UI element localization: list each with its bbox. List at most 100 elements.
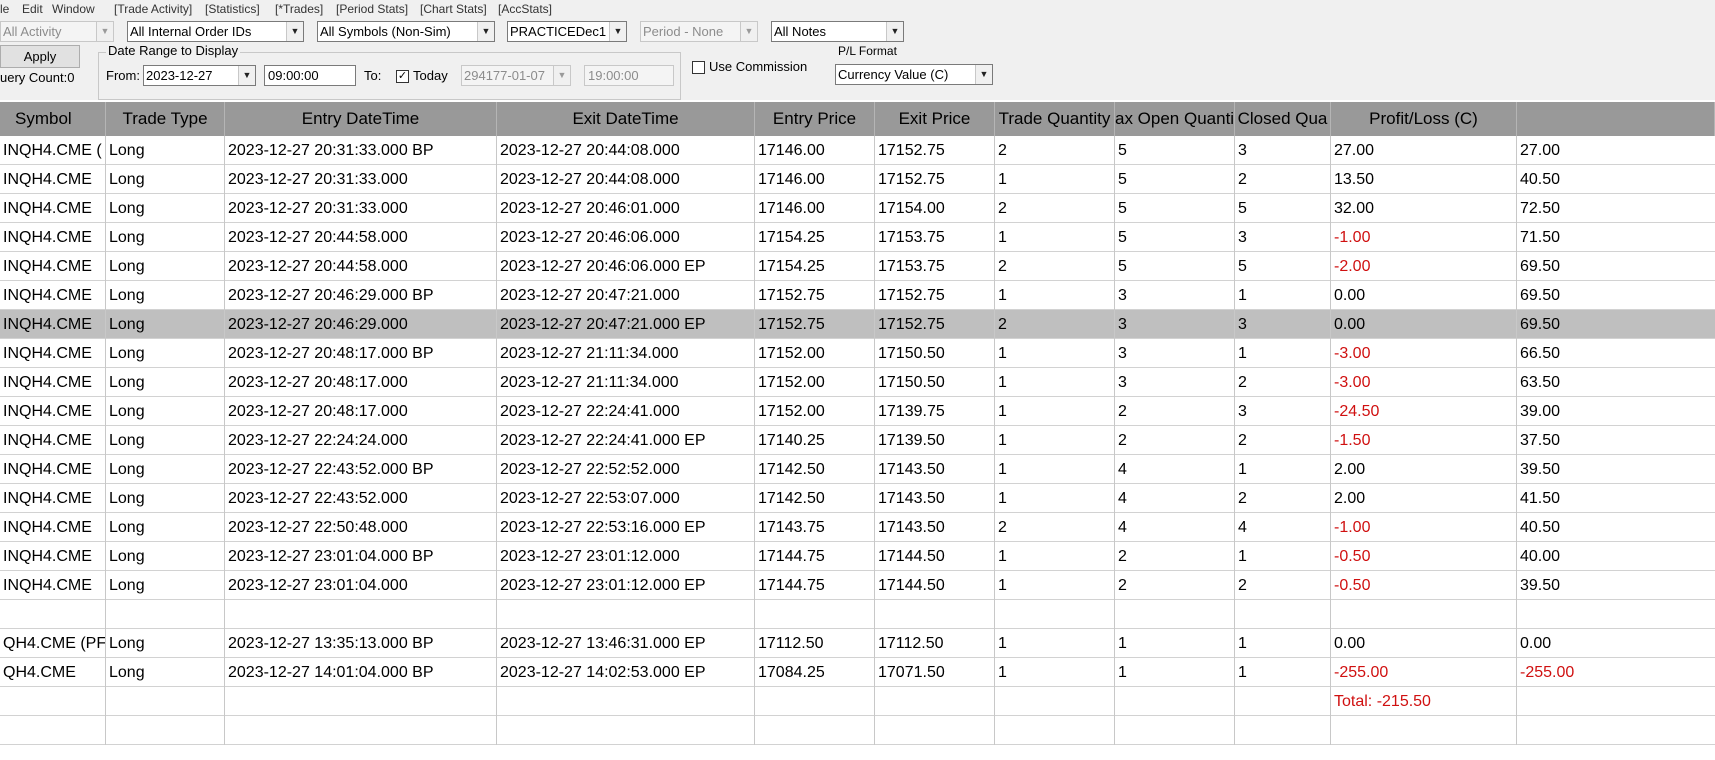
cell-trade-type: Long	[109, 519, 145, 536]
column-header-trade-type[interactable]: Trade Type	[106, 102, 225, 136]
column-header-exit-datetime[interactable]: Exit DateTime	[497, 102, 755, 136]
cell-profit-loss	[1331, 716, 1517, 745]
menu-window[interactable]: Window	[52, 2, 95, 16]
table-row[interactable]: INQH4.CME Long 2023-12-27 22:24:24.000 2023…	[0, 426, 1715, 455]
cell-max-open-quantity: 5	[1118, 142, 1127, 159]
order-id-filter-value: All Internal Order IDs	[130, 24, 252, 39]
cell-entry-price: 17154.25	[758, 229, 825, 246]
menu-accstats[interactable]: [AccStats]	[498, 2, 552, 16]
table-row[interactable]: INQH4.CME Long 2023-12-27 22:43:52.000 BP 2…	[0, 455, 1715, 484]
cell-entry-datetime	[225, 687, 497, 716]
menu-chart-stats[interactable]: [Chart Stats]	[420, 2, 487, 16]
table-row[interactable]: INQH4.CME Long 2023-12-27 20:48:17.000 BP 2…	[0, 339, 1715, 368]
chevron-down-icon: ▼	[238, 66, 255, 85]
table-row[interactable]: QH4.CME (PF Long 2023-12-27 13:35:13.000 B…	[0, 629, 1715, 658]
notes-filter-value: All Notes	[774, 24, 827, 39]
cell-entry-price: 17084.25	[758, 664, 825, 681]
table-row[interactable]: QH4.CME Long 2023-12-27 14:01:04.000 BP 202…	[0, 658, 1715, 687]
chevron-down-icon: ▼	[477, 22, 494, 41]
table-row[interactable]: INQH4.CME Long 2023-12-27 22:43:52.000 2023…	[0, 484, 1715, 513]
menu-file[interactable]: le	[0, 2, 9, 16]
table-row[interactable]: INQH4.CME Long 2023-12-27 20:44:58.000 2023…	[0, 252, 1715, 281]
from-time-input[interactable]: 09:00:00	[264, 65, 356, 86]
table-row[interactable]: INQH4.CME Long 2023-12-27 23:01:04.000 2023…	[0, 571, 1715, 600]
table-row[interactable]	[0, 716, 1715, 745]
cell-exit-price: 17152.75	[878, 142, 945, 159]
column-header-closed-quantity[interactable]: Closed Qua	[1235, 102, 1331, 136]
column-header-trade-quantity[interactable]: Trade Quantity	[995, 102, 1115, 136]
cell-trade-quantity: 1	[998, 664, 1007, 681]
table-row[interactable]: INQH4.CME Long 2023-12-27 20:48:17.000 2023…	[0, 397, 1715, 426]
notes-filter-select[interactable]: All Notes ▼	[771, 21, 904, 42]
cell-entry-price: 17142.50	[758, 490, 825, 507]
cell-max-open-quantity: 4	[1118, 490, 1127, 507]
menu-period-stats[interactable]: [Period Stats]	[336, 2, 408, 16]
cell-exit-datetime: 2023-12-27 20:46:01.000	[500, 200, 680, 217]
cell-profit-loss	[1331, 600, 1517, 629]
table-row[interactable]	[0, 600, 1715, 629]
column-header-entry-datetime[interactable]: Entry DateTime	[225, 102, 497, 136]
cell-entry-price	[755, 600, 875, 629]
cell-profit-loss: 0.00	[1334, 287, 1366, 304]
period-select[interactable]: Period - None ▼	[640, 21, 758, 42]
table-row[interactable]: INQH4.CME Long 2023-12-27 20:46:29.000 2023…	[0, 310, 1715, 339]
cell-max-open-quantity: 3	[1118, 374, 1127, 391]
cell-exit-datetime	[497, 716, 755, 745]
column-header-cumulative-profit-loss[interactable]	[1517, 102, 1715, 136]
column-header-max-open-quantity[interactable]: ax Open Quanti	[1115, 102, 1235, 136]
cell-trade-type: Long	[109, 577, 145, 594]
cell-closed-quantity: 3	[1238, 316, 1247, 333]
menu-statistics[interactable]: [Statistics]	[205, 2, 260, 16]
cell-exit-datetime: 2023-12-27 14:02:53.000 EP	[500, 664, 706, 681]
table-row[interactable]: INQH4.CME Long 2023-12-27 20:31:33.000 2023…	[0, 194, 1715, 223]
apply-button[interactable]: Apply	[0, 45, 80, 68]
activity-filter-select[interactable]: All Activity ▼	[0, 21, 114, 42]
table-row[interactable]: INQH4.CME Long 2023-12-27 23:01:04.000 BP 2…	[0, 542, 1715, 571]
use-commission-checkbox[interactable]	[692, 61, 705, 74]
cell-profit-loss: Total: -215.50	[1334, 693, 1431, 710]
from-date-picker[interactable]: 2023-12-27 ▼	[143, 65, 256, 86]
cell-closed-quantity: 1	[1238, 461, 1247, 478]
cell-trade-quantity: 1	[998, 229, 1007, 246]
table-row[interactable]: INQH4.CME Long 2023-12-27 22:50:48.000 2023…	[0, 513, 1715, 542]
cell-entry-price: 17146.00	[758, 142, 825, 159]
table-row[interactable]: INQH4.CME (Long 2023-12-27 20:31:33.000 B…	[0, 136, 1715, 165]
today-checkbox[interactable]: ✓	[396, 70, 409, 83]
cell-closed-quantity: 1	[1238, 345, 1247, 362]
cell-closed-quantity: 2	[1238, 432, 1247, 449]
table-row[interactable]: INQH4.CME Long 2023-12-27 20:48:17.000 2023…	[0, 368, 1715, 397]
column-header-profit-loss[interactable]: Profit/Loss (C)	[1331, 102, 1517, 136]
column-divider	[105, 136, 106, 745]
cell-profit-loss: 32.00	[1334, 200, 1375, 217]
cell-max-open-quantity: 3	[1118, 345, 1127, 362]
cell-entry-price: 17144.75	[758, 577, 825, 594]
table-row[interactable]: INQH4.CME Long 2023-12-27 20:46:29.000 BP 2…	[0, 281, 1715, 310]
cell-entry-datetime: 2023-12-27 22:24:24.000	[228, 432, 408, 449]
pl-format-select[interactable]: Currency Value (C) ▼	[835, 64, 993, 85]
order-id-filter-select[interactable]: All Internal Order IDs ▼	[127, 21, 304, 42]
cell-entry-datetime: 2023-12-27 20:48:17.000	[228, 403, 408, 420]
activity-filter-value: All Activity	[3, 24, 62, 39]
column-header-symbol[interactable]: Symbol	[0, 102, 106, 136]
table-row[interactable]: Total: -215.50	[0, 687, 1715, 716]
cell-trade-quantity: 1	[998, 374, 1007, 391]
cell-entry-price: 17152.00	[758, 374, 825, 391]
table-row[interactable]: INQH4.CME Long 2023-12-27 20:44:58.000 2023…	[0, 223, 1715, 252]
menu-edit[interactable]: Edit	[22, 2, 43, 16]
table-row[interactable]: INQH4.CME Long 2023-12-27 20:31:33.000 2023…	[0, 165, 1715, 194]
to-time-input[interactable]: 19:00:00	[584, 65, 674, 86]
to-date-picker[interactable]: 294177-01-07 ▼	[461, 65, 571, 86]
symbol-filter-select[interactable]: All Symbols (Non-Sim) ▼	[317, 21, 495, 42]
cell-closed-quantity: 1	[1238, 548, 1247, 565]
cell-trade-quantity: 2	[998, 316, 1007, 333]
column-header-entry-price[interactable]: Entry Price	[755, 102, 875, 136]
column-header-exit-price[interactable]: Exit Price	[875, 102, 995, 136]
cell-cumulative-profit-loss: 69.50	[1520, 258, 1561, 275]
menu-trade-activity[interactable]: [Trade Activity]	[114, 2, 192, 16]
cell-closed-quantity: 1	[1238, 287, 1247, 304]
cell-closed-quantity: 5	[1238, 258, 1247, 275]
menu-trades[interactable]: [*Trades]	[275, 2, 323, 16]
cell-exit-price: 17143.50	[878, 461, 945, 478]
account-select[interactable]: PRACTICEDec1 ▼	[507, 21, 627, 42]
cell-max-open-quantity: 2	[1118, 577, 1127, 594]
